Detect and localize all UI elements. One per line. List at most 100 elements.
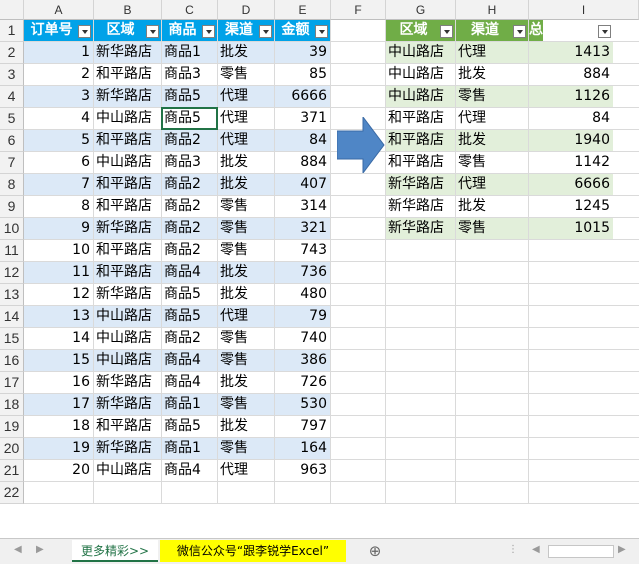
- table1-cell[interactable]: 中山路店: [94, 108, 161, 129]
- row-header-21[interactable]: 21: [0, 460, 24, 482]
- table1-cell[interactable]: 19: [24, 438, 93, 459]
- table1-cell[interactable]: 8: [24, 196, 93, 217]
- row-header-6[interactable]: 6: [0, 130, 24, 152]
- table2-cell[interactable]: 中山路店: [386, 42, 455, 63]
- table2-cell[interactable]: 新华路店: [386, 174, 455, 195]
- table1-cell[interactable]: 14: [24, 328, 93, 349]
- table2-cell[interactable]: 零售: [456, 218, 528, 239]
- table2-cell[interactable]: 和平路店: [386, 152, 455, 173]
- table2-cell[interactable]: 和平路店: [386, 108, 455, 129]
- table1-cell[interactable]: 商品4: [162, 460, 217, 481]
- scroll-left-icon[interactable]: ◀: [14, 544, 22, 555]
- table1-cell[interactable]: 13: [24, 306, 93, 327]
- column-header-d[interactable]: D: [218, 0, 275, 20]
- filter-dropdown-icon[interactable]: [315, 25, 328, 38]
- table1-cell[interactable]: 商品2: [162, 196, 217, 217]
- table1-cell[interactable]: 10: [24, 240, 93, 261]
- table1-cell[interactable]: 和平路店: [94, 64, 161, 85]
- table1-cell[interactable]: 批发: [218, 284, 274, 305]
- table1-cell[interactable]: 884: [275, 152, 330, 173]
- table1-cell[interactable]: 商品1: [162, 42, 217, 63]
- table2-cell[interactable]: 新华路店: [386, 196, 455, 217]
- row-header-11[interactable]: 11: [0, 240, 24, 262]
- row-header-1[interactable]: 1: [0, 20, 24, 42]
- row-header-15[interactable]: 15: [0, 328, 24, 350]
- filter-dropdown-icon[interactable]: [146, 25, 159, 38]
- table1-cell[interactable]: 中山路店: [94, 350, 161, 371]
- table1-cell[interactable]: 中山路店: [94, 306, 161, 327]
- column-header-g[interactable]: G: [386, 0, 456, 20]
- table1-cell[interactable]: 商品2: [162, 328, 217, 349]
- table1-cell[interactable]: 407: [275, 174, 330, 195]
- table1-cell[interactable]: 314: [275, 196, 330, 217]
- table1-cell[interactable]: 零售: [218, 64, 274, 85]
- table1-cell[interactable]: 商品4: [162, 350, 217, 371]
- row-header-3[interactable]: 3: [0, 64, 24, 86]
- table1-cell[interactable]: 新华路店: [94, 372, 161, 393]
- table1-cell[interactable]: 中山路店: [94, 328, 161, 349]
- table1-cell[interactable]: 商品1: [162, 394, 217, 415]
- table2-cell[interactable]: 新华路店: [386, 218, 455, 239]
- table2-cell[interactable]: 1142: [529, 152, 613, 173]
- row-header-7[interactable]: 7: [0, 152, 24, 174]
- table1-cell[interactable]: 零售: [218, 240, 274, 261]
- table1-cell[interactable]: 商品2: [162, 240, 217, 261]
- row-header-17[interactable]: 17: [0, 372, 24, 394]
- table1-cell[interactable]: 85: [275, 64, 330, 85]
- row-header-16[interactable]: 16: [0, 350, 24, 372]
- table1-cell[interactable]: 商品1: [162, 438, 217, 459]
- table1-cell[interactable]: 1: [24, 42, 93, 63]
- table1-cell[interactable]: 11: [24, 262, 93, 283]
- row-header-8[interactable]: 8: [0, 174, 24, 196]
- column-header-a[interactable]: A: [24, 0, 94, 20]
- column-header-h[interactable]: H: [456, 0, 529, 20]
- table2-cell[interactable]: 884: [529, 64, 613, 85]
- table1-cell[interactable]: 代理: [218, 86, 274, 107]
- filter-dropdown-icon[interactable]: [513, 25, 526, 38]
- row-header-12[interactable]: 12: [0, 262, 24, 284]
- column-header-f[interactable]: F: [331, 0, 386, 20]
- row-header-10[interactable]: 10: [0, 218, 24, 240]
- table2-cell[interactable]: 零售: [456, 152, 528, 173]
- selected-cell[interactable]: [161, 107, 218, 130]
- table1-cell[interactable]: 和平路店: [94, 240, 161, 261]
- table2-cell[interactable]: 和平路店: [386, 130, 455, 151]
- table1-cell[interactable]: 商品3: [162, 152, 217, 173]
- table1-cell[interactable]: 批发: [218, 372, 274, 393]
- table1-cell[interactable]: 新华路店: [94, 86, 161, 107]
- table2-cell[interactable]: 1245: [529, 196, 613, 217]
- sheet-tab-wechat[interactable]: 微信公众号“跟李锐学Excel”: [160, 540, 346, 562]
- table1-cell[interactable]: 商品5: [162, 284, 217, 305]
- table1-cell[interactable]: 商品4: [162, 262, 217, 283]
- table2-cell[interactable]: 代理: [456, 174, 528, 195]
- column-header-e[interactable]: E: [275, 0, 331, 20]
- table1-cell[interactable]: 18: [24, 416, 93, 437]
- scroll-right-icon[interactable]: ▶: [36, 544, 44, 555]
- row-header-9[interactable]: 9: [0, 196, 24, 218]
- table1-cell[interactable]: 新华路店: [94, 218, 161, 239]
- table1-cell[interactable]: 零售: [218, 394, 274, 415]
- table2-cell[interactable]: 批发: [456, 64, 528, 85]
- table1-cell[interactable]: 代理: [218, 460, 274, 481]
- table2-cell[interactable]: 6666: [529, 174, 613, 195]
- table1-cell[interactable]: 797: [275, 416, 330, 437]
- table2-cell[interactable]: 1940: [529, 130, 613, 151]
- table2-cell[interactable]: 中山路店: [386, 64, 455, 85]
- filter-dropdown-icon[interactable]: [202, 25, 215, 38]
- more-tabs-icon[interactable]: ⋮: [508, 544, 518, 555]
- table2-cell[interactable]: 批发: [456, 196, 528, 217]
- filter-dropdown-icon[interactable]: [440, 25, 453, 38]
- table1-cell[interactable]: 6: [24, 152, 93, 173]
- spreadsheet-grid[interactable]: A B C D E F G H I 1 2 3 4 5 6 7 8 9 10 11 12 13 14 15 16 17 18 19 20…: [0, 0, 639, 538]
- table1-cell[interactable]: 530: [275, 394, 330, 415]
- table1-cell[interactable]: 726: [275, 372, 330, 393]
- table2-cell[interactable]: 零售: [456, 86, 528, 107]
- table1-cell[interactable]: 321: [275, 218, 330, 239]
- table1-cell[interactable]: 批发: [218, 42, 274, 63]
- table1-cell[interactable]: 商品4: [162, 372, 217, 393]
- filter-dropdown-icon[interactable]: [78, 25, 91, 38]
- table1-cell[interactable]: 15: [24, 350, 93, 371]
- table2-cell[interactable]: 中山路店: [386, 86, 455, 107]
- table1-cell[interactable]: 零售: [218, 196, 274, 217]
- table1-cell[interactable]: 3: [24, 86, 93, 107]
